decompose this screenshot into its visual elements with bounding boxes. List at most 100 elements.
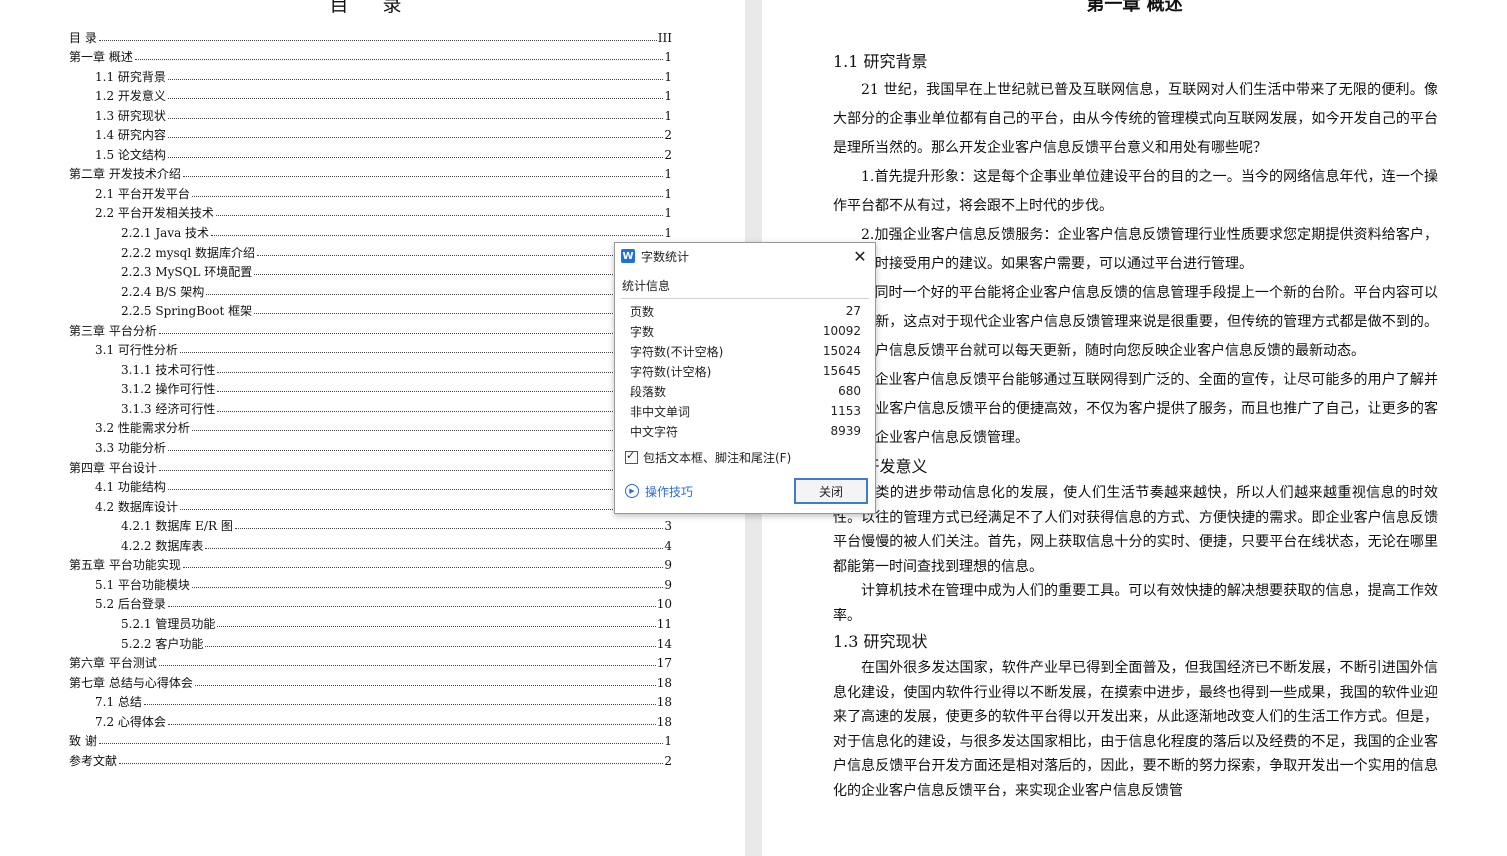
toc-entry[interactable]: 4.1 功能结构3 [69,475,672,495]
toc-entry-page: 11 [656,616,672,631]
toc-entry-text: 1.5 论文结构 [95,147,166,162]
toc-entry[interactable]: 1.4 研究内容 2 [69,123,672,143]
paragraph: 在国外很多发达国家，软件产业早已得到全面普及，但我国经济已不断发展，不断引进国外… [833,660,1438,799]
toc-leader-dots [98,39,657,41]
stat-row: 页数 27 [630,301,861,321]
wps-writer-icon: W [621,249,635,263]
heading-1-3: 1.3 研究现状 [833,632,928,651]
toc-entry[interactable]: 7.2 心得体会 18 [69,709,672,729]
toc-entry[interactable]: 2.1 平台开发平台 1 [69,181,672,201]
include-footnotes-option[interactable]: 包括文本框、脚注和尾注(F) [625,449,875,466]
document-body: 1.1 研究背景 21 世纪，我国早在上世纪就已普及互联网信息，互联网对人们生活… [833,48,1438,803]
tips-link[interactable]: ▶ 操作技巧 [625,483,794,500]
toc-entry-text: 1.1 研究背景 [95,69,166,84]
toc-entry[interactable]: 5.2.1 管理员功能 11 [69,611,672,631]
toc-entry[interactable]: 第一章 概述 1 [69,45,672,65]
toc-leader-dots [191,195,664,197]
close-button[interactable]: 关闭 [794,478,868,504]
toc-entry[interactable]: 2.2.1 Java 技术 1 [69,220,672,240]
toc-entry[interactable]: 3.2 性能需求分析2 [69,416,672,435]
toc-entry[interactable]: 第二章 开发技术介绍 1 [69,162,672,182]
include-checkbox[interactable] [625,449,638,464]
toc-entry-page: 1 [664,89,672,104]
toc-entry[interactable]: 3.1 可行性分析2 [69,338,672,357]
toc-entry-text: 目 录 [69,30,97,45]
toc-entry[interactable]: 3.1.2 操作可行性2 [69,377,672,396]
group-divider [621,298,869,299]
toc-entry-text: 1.4 研究内容 [95,128,166,143]
toc-entry[interactable]: 第四章 平台设计3 [69,455,672,475]
include-label: 包括文本框、脚注和尾注(F) [643,451,792,465]
toc-entry[interactable]: 2.2.2 mysql 数据库介绍1 [69,240,672,260]
toc-entry[interactable]: 2.2.5 SpringBoot 框架1 [69,299,672,318]
toc-entry[interactable]: 5.2 后台登录 10 [69,592,672,612]
toc-entry-page: 1 [664,50,672,65]
dialog-title: 字数统计 [641,249,690,264]
stat-row: 非中文单词 1153 [630,401,861,421]
stat-value: 1153 [830,404,861,418]
toc-leader-dots [134,58,664,61]
toc-entry[interactable]: 致 谢 1 [69,729,672,749]
toc-entry-text: 4.1 功能结构 [95,480,166,495]
toc-entry[interactable]: 1.1 研究背景 1 [69,64,672,84]
stat-label: 中文字符 [630,424,679,439]
toc-entry[interactable]: 4.2 数据库设计3 [69,494,672,514]
toc-leader-dots [167,605,656,608]
toc-leader-dots [254,312,664,315]
toc-entry[interactable]: 7.1 总结 18 [69,690,672,709]
chapter-title: 第一章 概述 [1086,0,1183,15]
dialog-titlebar[interactable]: W 字数统计 ✕ [615,243,875,269]
toc-entry[interactable]: 5.2.2 客户功能 14 [69,631,672,651]
toc-entry-page: 17 [656,656,672,671]
toc-entry[interactable]: 3.3 功能分析2 [69,435,672,455]
stat-row: 段落数 680 [630,381,861,401]
stat-value: 680 [838,384,861,398]
toc-entry[interactable]: 第七章 总结与心得体会 18 [69,670,672,690]
toc-leader-dots [119,762,664,764]
stats-group-label: 统计信息 [622,279,671,293]
toc-entry[interactable]: 目 录 III [69,25,672,45]
stat-label: 字符数(计空格) [630,364,712,379]
toc-entry-page: 1 [664,226,672,241]
toc-entry[interactable]: 1.5 论文结构 2 [69,142,672,162]
toc-entry-text: 第七章 总结与心得体会 [69,675,193,690]
toc-entry-text: 1.2 开发意义 [95,89,166,104]
toc-entry[interactable]: 2.2 平台开发相关技术 1 [69,201,672,220]
word-count-dialog: W 字数统计 ✕ 统计信息 页数 27 字数 10092 字符数(不计空格) 15024 字… [614,242,876,514]
toc-entry[interactable]: 2.2.3 MySQL 环境配置1 [69,260,672,279]
toc-entry-page: 4 [664,538,672,553]
toc-entry[interactable]: 2.2.4 B/S 架构1 [69,279,672,299]
toc-entry-text: 第三章 平台分析 [69,323,157,338]
toc-leader-dots [167,723,656,725]
toc-entry[interactable]: 4.2.1 数据库 E/R 图 3 [69,514,672,533]
toc-entry[interactable]: 1.3 研究现状 1 [69,103,672,123]
toc-leader-dots [158,332,664,334]
toc-entry[interactable]: 第六章 平台测试 17 [69,651,672,671]
toc-entry-text: 5.1 平台功能模块 [95,577,190,592]
toc-entry[interactable]: 参考文献 2 [69,748,672,768]
toc-title: 目 录 [329,0,416,16]
toc-entry-text: 3.1.1 技术可行性 [121,362,216,377]
toc-entry[interactable]: 3.1.1 技术可行性2 [69,357,672,377]
paragraph: 计算机技术在管理中成为人们的重要工具。可以有效快捷的解决想要获取的信息，提高工作… [833,583,1438,624]
toc-entry[interactable]: 第三章 平台分析2 [69,318,672,338]
stat-value: 8939 [830,424,861,438]
paragraph: 1.首先提升形象：这是每个企事业单位建设平台的目的之一。当今的网络信息年代，连一… [833,169,1438,214]
toc-entry-text: 4.2.2 数据库表 [121,538,204,553]
toc-leader-dots [194,684,656,686]
toc-entry[interactable]: 1.2 开发意义 1 [69,84,672,104]
toc-entry[interactable]: 4.2.2 数据库表 4 [69,533,672,553]
toc-entry-page: 1 [664,186,672,201]
toc-entry-text: 1.3 研究现状 [95,108,166,123]
toc-leader-dots [179,351,664,354]
toc-entry-page: 10 [656,597,672,612]
toc-entry-text: 第二章 开发技术介绍 [69,167,181,182]
toc-entry[interactable]: 5.1 平台功能模块 9 [69,572,672,592]
toc-leader-dots [257,254,664,256]
toc-entry[interactable]: 第五章 平台功能实现 9 [69,553,672,572]
toc-leader-dots [217,371,664,373]
toc-entry-page: 1 [664,734,672,749]
close-icon[interactable]: ✕ [851,247,869,266]
toc-entry[interactable]: 3.1.3 经济可行性2 [69,396,672,416]
toc-leader-dots [205,547,664,549]
